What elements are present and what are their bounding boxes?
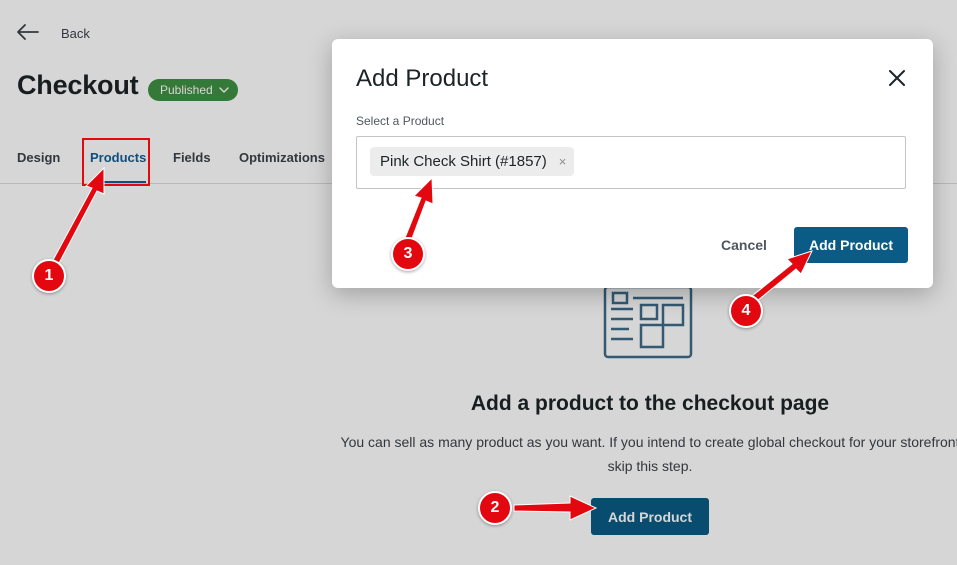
modal-add-product-button[interactable]: Add Product — [794, 227, 908, 263]
remove-chip-icon[interactable]: × — [559, 154, 567, 169]
selected-product-label: Pink Check Shirt (#1857) — [380, 153, 547, 170]
close-icon[interactable] — [888, 69, 906, 87]
product-select-input[interactable]: Pink Check Shirt (#1857) × — [356, 136, 906, 189]
add-product-modal: Add Product Select a Product Pink Check … — [332, 39, 933, 288]
selected-product-chip: Pink Check Shirt (#1857) × — [370, 147, 575, 176]
modal-title: Add Product — [356, 65, 489, 92]
cancel-button[interactable]: Cancel — [712, 229, 776, 261]
select-product-label: Select a Product — [356, 114, 445, 128]
